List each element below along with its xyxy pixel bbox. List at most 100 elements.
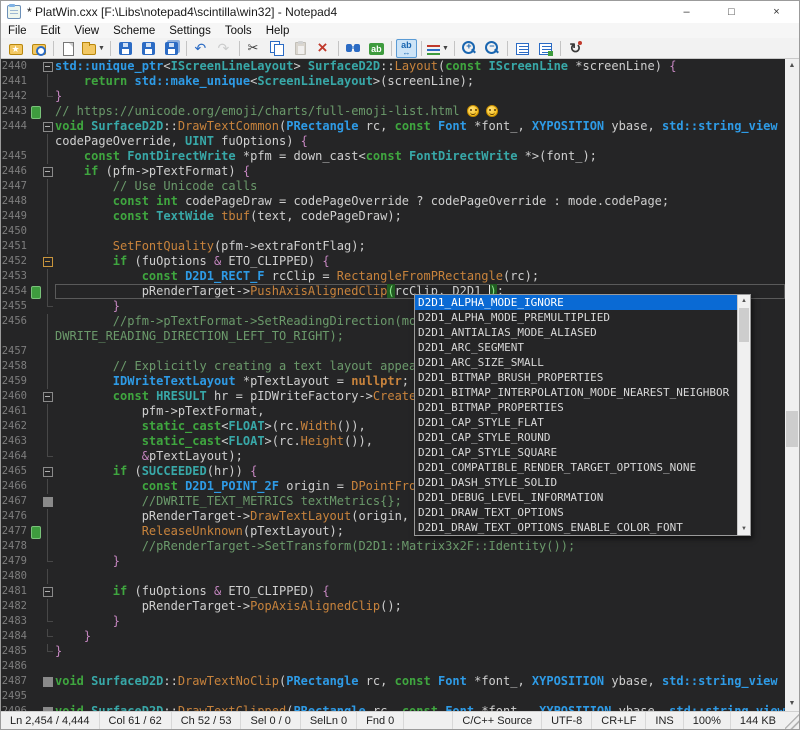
code-line-2442[interactable]: 2442} <box>1 89 785 104</box>
status-character[interactable]: Ch 52 / 53 <box>172 712 242 729</box>
new-file-button[interactable] <box>58 39 79 58</box>
fold-open-icon[interactable] <box>41 254 55 269</box>
bookmark-margin[interactable] <box>31 329 41 344</box>
line-number[interactable]: 2442 <box>1 89 31 104</box>
line-number[interactable]: 2452 <box>1 254 31 269</box>
line-number[interactable]: 2480 <box>1 569 31 584</box>
line-number[interactable]: 2483 <box>1 614 31 629</box>
code-line-2440[interactable]: 2440std::unique_ptr<IScreenLineLayout> S… <box>1 59 785 74</box>
code-line-2479[interactable]: 2479 } <box>1 554 785 569</box>
bookmark-margin[interactable] <box>31 419 41 434</box>
line-number[interactable]: 2461 <box>1 404 31 419</box>
zoom-out-button[interactable]: − <box>482 39 503 58</box>
autocomplete-item[interactable]: D2D1_ARC_SIZE_SMALL <box>415 355 737 370</box>
bookmark-margin[interactable] <box>31 674 41 689</box>
line-number[interactable]: 2487 <box>1 674 31 689</box>
line-number[interactable]: 2463 <box>1 434 31 449</box>
line-number[interactable]: 2451 <box>1 239 31 254</box>
code-line-2484[interactable]: 2484 } <box>1 629 785 644</box>
bookmark-margin[interactable] <box>31 374 41 389</box>
code-line-2447[interactable]: 2447 // Use Unicode calls <box>1 179 785 194</box>
menu-tools[interactable]: Tools <box>218 23 259 38</box>
line-number[interactable]: 2458 <box>1 359 31 374</box>
bookmark-margin[interactable] <box>31 359 41 374</box>
line-number[interactable]: 2484 <box>1 629 31 644</box>
bookmark-margin[interactable] <box>31 479 41 494</box>
fold-open-icon[interactable] <box>41 119 55 134</box>
favorites-button[interactable] <box>5 39 26 58</box>
bookmark-margin[interactable] <box>31 149 41 164</box>
scroll-up-arrow-icon[interactable]: ▲ <box>785 59 799 73</box>
bookmark-margin[interactable] <box>31 464 41 479</box>
word-wrap-button[interactable]: ab <box>396 39 417 58</box>
bookmark-margin[interactable] <box>31 404 41 419</box>
autocomplete-item[interactable]: D2D1_ALPHA_MODE_IGNORE <box>415 295 737 310</box>
bookmark-margin[interactable] <box>31 629 41 644</box>
menu-settings[interactable]: Settings <box>162 23 218 38</box>
bookmark-margin[interactable] <box>31 314 41 329</box>
bookmark-margin[interactable] <box>31 254 41 269</box>
save-all-button[interactable] <box>161 39 182 58</box>
zoom-in-button[interactable]: + <box>459 39 480 58</box>
line-number[interactable]: 2481 <box>1 584 31 599</box>
bookmark-margin[interactable] <box>31 539 41 554</box>
autocomplete-item[interactable]: D2D1_CAP_STYLE_SQUARE <box>415 445 737 460</box>
line-number[interactable]: 2444 <box>1 119 31 134</box>
bookmark-margin[interactable] <box>31 269 41 284</box>
menu-help[interactable]: Help <box>259 23 297 38</box>
line-number[interactable]: 2476 <box>1 509 31 524</box>
status-selection[interactable]: Sel 0 / 0 <box>241 712 300 729</box>
replace-button[interactable]: ab <box>366 39 387 58</box>
line-number[interactable]: 2477 <box>1 524 31 539</box>
autocomplete-item[interactable]: D2D1_DRAW_TEXT_OPTIONS_ENABLE_COLOR_FONT <box>415 520 737 535</box>
bookmark-margin[interactable] <box>31 554 41 569</box>
code-line-2450[interactable]: 2450 <box>1 224 785 239</box>
fold-open-icon[interactable] <box>41 464 55 479</box>
line-number[interactable]: 2496 <box>1 704 31 711</box>
bookmark-margin[interactable] <box>31 344 41 359</box>
bookmark-margin[interactable] <box>31 299 41 314</box>
paste-button[interactable] <box>290 39 311 58</box>
line-number[interactable]: 2465 <box>1 464 31 479</box>
bookmark-margin[interactable] <box>31 599 41 614</box>
line-number[interactable]: 2478 <box>1 539 31 554</box>
line-number[interactable]: 2453 <box>1 269 31 284</box>
status-file-size[interactable]: 144 KB <box>730 712 785 729</box>
code-line-2445[interactable]: 2445 const FontDirectWrite *pfm = down_c… <box>1 149 785 164</box>
autocomplete-item[interactable]: D2D1_BITMAP_INTERPOLATION_MODE_NEAREST_N… <box>415 385 737 400</box>
line-number[interactable]: 2485 <box>1 644 31 659</box>
close-button[interactable]: × <box>754 1 799 23</box>
code-line-2481[interactable]: 2481 if (fuOptions & ETO_CLIPPED) { <box>1 584 785 599</box>
code-line-2482[interactable]: 2482 pRenderTarget->PopAxisAlignedClip()… <box>1 599 785 614</box>
status-encoding[interactable]: UTF-8 <box>541 712 591 729</box>
resize-grip[interactable] <box>785 712 799 729</box>
code-line-2487[interactable]: 2487void SurfaceD2D::DrawTextNoClip(PRec… <box>1 674 785 689</box>
scrollbar-thumb[interactable] <box>739 308 749 342</box>
menu-file[interactable]: File <box>1 23 34 38</box>
line-number[interactable]: 2455 <box>1 299 31 314</box>
line-number[interactable]: 2464 <box>1 449 31 464</box>
fold-open-icon[interactable] <box>41 584 55 599</box>
bookmark-margin[interactable] <box>31 194 41 209</box>
view-edit-button[interactable] <box>535 39 556 58</box>
line-number[interactable]: 2454 <box>1 284 31 299</box>
bookmark-marker[interactable] <box>31 104 41 119</box>
line-number[interactable]: 2445 <box>1 149 31 164</box>
code-line-2495[interactable]: 2495 <box>1 689 785 704</box>
autocomplete-item[interactable]: D2D1_CAP_STYLE_ROUND <box>415 430 737 445</box>
minimize-button[interactable]: – <box>664 1 709 23</box>
bookmark-margin[interactable] <box>31 134 41 149</box>
status-overtype-mode[interactable]: INS <box>645 712 682 729</box>
menu-view[interactable]: View <box>67 23 106 38</box>
autocomplete-item[interactable]: D2D1_CAP_STYLE_FLAT <box>415 415 737 430</box>
autocomplete-item[interactable]: D2D1_DRAW_TEXT_OPTIONS <box>415 505 737 520</box>
code-line-2444[interactable]: 2444void SurfaceD2D::DrawTextCommon(PRec… <box>1 119 785 134</box>
status-zoom-level[interactable]: 100% <box>683 712 730 729</box>
line-number[interactable]: 2449 <box>1 209 31 224</box>
line-number[interactable] <box>1 329 31 344</box>
autocomplete-item[interactable]: D2D1_DEBUG_LEVEL_INFORMATION <box>415 490 737 505</box>
autocomplete-item[interactable]: D2D1_ARC_SEGMENT <box>415 340 737 355</box>
bookmark-margin[interactable] <box>31 164 41 179</box>
line-number[interactable]: 2466 <box>1 479 31 494</box>
save-button[interactable] <box>115 39 136 58</box>
